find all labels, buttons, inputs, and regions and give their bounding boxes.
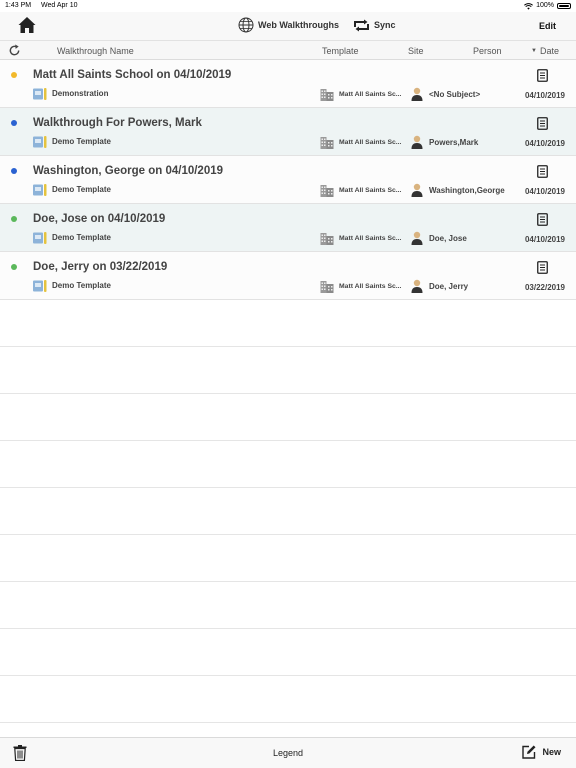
sync-label: Sync xyxy=(374,20,396,30)
empty-row xyxy=(0,441,576,488)
template-icon xyxy=(33,232,47,244)
person-name: Doe, Jerry xyxy=(429,282,469,291)
column-walkthrough-name[interactable]: Walkthrough Name xyxy=(57,46,134,56)
site-name: Matt All Saints Sc... xyxy=(339,235,402,242)
person-icon xyxy=(411,231,423,245)
person-icon xyxy=(411,279,423,293)
status-dot-icon xyxy=(11,216,17,222)
template-icon xyxy=(33,184,47,196)
document-icon[interactable] xyxy=(537,117,548,130)
walkthrough-title: Matt All Saints School on 04/10/2019 xyxy=(33,69,232,81)
walkthrough-row[interactable]: Matt All Saints School on 04/10/2019 Dem… xyxy=(0,60,576,108)
wifi-icon xyxy=(524,2,534,10)
web-walkthroughs-button[interactable]: Web Walkthroughs xyxy=(238,17,339,33)
status-bar: 1:43 PM Wed Apr 10 100% xyxy=(0,0,576,12)
bottom-toolbar: Legend New xyxy=(0,737,576,768)
walkthrough-title: Doe, Jerry on 03/22/2019 xyxy=(33,261,168,273)
edit-button[interactable]: Edit xyxy=(539,21,556,31)
trash-icon[interactable] xyxy=(13,745,27,761)
template-icon xyxy=(33,280,47,292)
building-icon xyxy=(320,233,334,245)
template-name: Demo Template xyxy=(52,137,111,146)
person-icon xyxy=(411,183,423,197)
template-name: Demo Template xyxy=(52,185,111,194)
status-dot-icon xyxy=(11,168,17,174)
person-icon xyxy=(411,135,423,149)
legend-button[interactable]: Legend xyxy=(273,748,303,758)
web-walkthroughs-label: Web Walkthroughs xyxy=(258,20,339,30)
walkthrough-row[interactable]: Doe, Jerry on 03/22/2019 Demo Template M… xyxy=(0,252,576,300)
person-name: <No Subject> xyxy=(429,90,481,99)
nav-bar: Web Walkthroughs Sync Edit xyxy=(0,12,576,40)
document-icon[interactable] xyxy=(537,69,548,82)
document-icon[interactable] xyxy=(537,165,548,178)
column-person[interactable]: Person xyxy=(473,46,502,56)
building-icon xyxy=(320,89,334,101)
walkthrough-title: Walkthrough For Powers, Mark xyxy=(33,117,202,129)
person-name: Washington,George xyxy=(429,186,505,195)
walkthrough-date: 04/10/2019 xyxy=(524,187,565,196)
battery-icon xyxy=(557,3,571,9)
new-label: New xyxy=(542,747,561,757)
column-site[interactable]: Site xyxy=(408,46,424,56)
template-name: Demo Template xyxy=(52,281,111,290)
sort-indicator-icon: ▼ xyxy=(531,48,537,54)
refresh-icon[interactable] xyxy=(8,44,21,57)
column-header: Walkthrough Name Template Site Person ▼ … xyxy=(0,40,576,60)
template-name: Demo Template xyxy=(52,233,111,242)
walkthrough-date: 04/10/2019 xyxy=(524,139,565,148)
globe-icon xyxy=(238,17,254,33)
column-date[interactable]: Date xyxy=(540,46,559,56)
site-name: Matt All Saints Sc... xyxy=(339,283,402,290)
site-name: Matt All Saints Sc... xyxy=(339,187,402,194)
empty-row xyxy=(0,488,576,535)
compose-icon xyxy=(522,745,536,759)
walkthrough-row[interactable]: Washington, George on 04/10/2019 Demo Te… xyxy=(0,156,576,204)
empty-row xyxy=(0,535,576,582)
walkthrough-title: Doe, Jose on 04/10/2019 xyxy=(33,213,166,225)
template-icon xyxy=(33,88,47,100)
document-icon[interactable] xyxy=(537,213,548,226)
walkthrough-date: 04/10/2019 xyxy=(524,91,565,100)
building-icon xyxy=(320,281,334,293)
empty-row xyxy=(0,300,576,347)
walkthrough-date: 04/10/2019 xyxy=(524,235,565,244)
building-icon xyxy=(320,185,334,197)
status-dot-icon xyxy=(11,72,17,78)
empty-row xyxy=(0,347,576,394)
template-icon xyxy=(33,136,47,148)
new-button[interactable]: New xyxy=(522,745,561,759)
nav-center: Web Walkthroughs Sync xyxy=(238,17,396,33)
status-dot-icon xyxy=(11,120,17,126)
empty-row xyxy=(0,394,576,441)
column-template[interactable]: Template xyxy=(322,46,359,56)
status-dot-icon xyxy=(11,264,17,270)
person-name: Doe, Jose xyxy=(429,234,467,243)
home-icon[interactable] xyxy=(17,15,37,35)
sync-icon xyxy=(354,19,369,31)
status-time: 1:43 PM xyxy=(5,2,32,9)
template-name: Demonstration xyxy=(52,89,109,98)
walkthrough-row[interactable]: Walkthrough For Powers, Mark Demo Templa… xyxy=(0,108,576,156)
building-icon xyxy=(320,137,334,149)
empty-row xyxy=(0,629,576,676)
walkthrough-row[interactable]: Doe, Jose on 04/10/2019 Demo Template Ma… xyxy=(0,204,576,252)
empty-row xyxy=(0,582,576,629)
status-date: Wed Apr 10 xyxy=(41,2,78,9)
battery-percent: 100% xyxy=(536,2,554,9)
site-name: Matt All Saints Sc... xyxy=(339,139,402,146)
person-name: Powers,Mark xyxy=(429,138,479,147)
person-icon xyxy=(411,87,423,101)
empty-row xyxy=(0,676,576,723)
site-name: Matt All Saints Sc... xyxy=(339,91,402,98)
walkthrough-list: Matt All Saints School on 04/10/2019 Dem… xyxy=(0,60,576,723)
walkthrough-title: Washington, George on 04/10/2019 xyxy=(33,165,224,177)
walkthrough-date: 03/22/2019 xyxy=(524,283,565,292)
sync-button[interactable]: Sync xyxy=(353,19,396,32)
document-icon[interactable] xyxy=(537,261,548,274)
